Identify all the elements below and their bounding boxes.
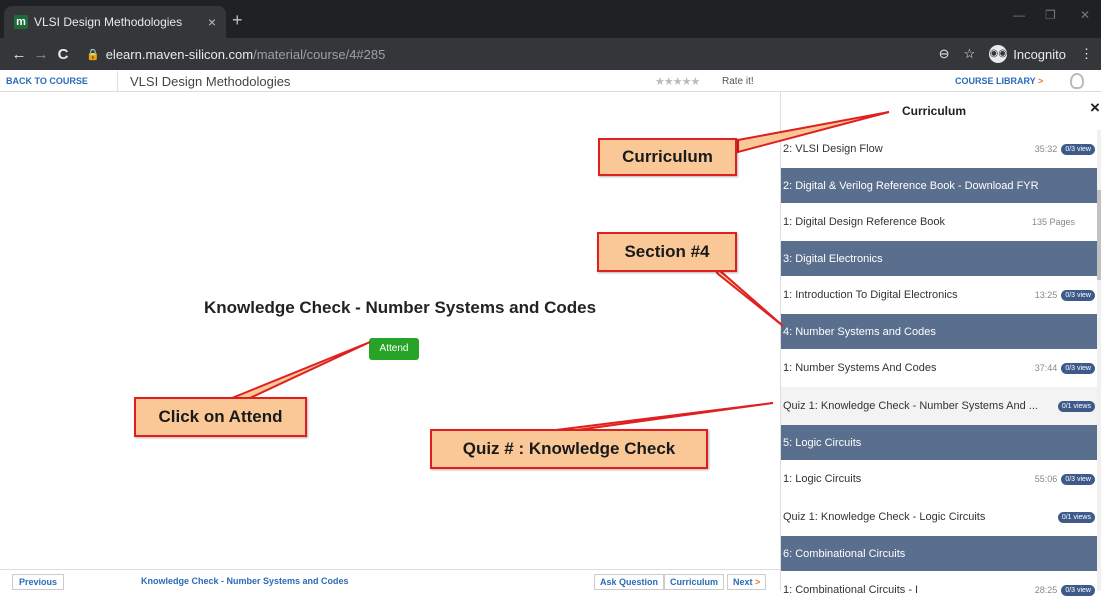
- views-badge: 0/1 views: [1057, 400, 1095, 412]
- close-icon[interactable]: ×: [1090, 98, 1100, 118]
- lesson-title: 1: Digital Design Reference Book: [783, 216, 946, 228]
- incognito-indicator[interactable]: ◉◉ Incognito: [989, 45, 1066, 63]
- course-library-label: COURSE LIBRARY: [955, 76, 1036, 86]
- minimize-icon[interactable]: —: [1013, 8, 1025, 22]
- ask-question-button[interactable]: Ask Question: [594, 574, 665, 590]
- lesson-duration: 55:06: [1034, 474, 1058, 484]
- section-title: 5: Logic Circuits: [783, 436, 862, 449]
- url-path: /material/course/4#285: [253, 46, 386, 62]
- views-badge: 0/3 view: [1061, 289, 1095, 301]
- scrollbar[interactable]: [1097, 130, 1101, 591]
- lesson-item[interactable]: 1: Combinational Circuits - I 28:25 0/3 vi…: [781, 571, 1101, 609]
- forward-icon[interactable]: →: [30, 46, 52, 63]
- scrollbar-thumb[interactable]: [1097, 190, 1101, 280]
- page-count: 135 Pages: [1031, 217, 1075, 227]
- tab-title: VLSI Design Methodologies: [34, 15, 183, 29]
- lesson-title: 1: Introduction To Digital Electronics: [783, 289, 958, 301]
- divider: [117, 71, 118, 92]
- lock-icon: 🔒: [86, 48, 100, 61]
- section-title: 4: Number Systems and Codes: [783, 325, 936, 338]
- curriculum-panel: Curriculum × 2: VLSI Design Flow 35:32 0/3…: [780, 92, 1101, 596]
- course-subbar: BACK TO COURSE VLSI Design Methodologies…: [0, 71, 1101, 92]
- section-header[interactable]: 6: Combinational Circuits: [781, 536, 1101, 571]
- incognito-label: Incognito: [1013, 46, 1066, 62]
- section-title: 3: Digital Electronics: [783, 252, 883, 265]
- views-badge: 0/1 views: [1057, 511, 1095, 523]
- lesson-item[interactable]: Quiz 1: Knowledge Check - Number Systems…: [781, 387, 1101, 425]
- window-close-icon[interactable]: ✕: [1080, 8, 1090, 22]
- browser-tab[interactable]: m VLSI Design Methodologies ×: [4, 6, 226, 38]
- next-label: Next: [733, 577, 753, 587]
- lesson-duration: 28:25: [1034, 585, 1058, 595]
- chevron-right-icon: >: [1038, 76, 1044, 86]
- zoom-icon[interactable]: ⊖: [939, 46, 950, 62]
- previous-button[interactable]: Previous: [12, 574, 65, 590]
- lesson-footer: Previous Knowledge Check - Number System…: [0, 569, 780, 591]
- lesson-item[interactable]: 1: Digital Design Reference Book 135 Page…: [781, 203, 1101, 241]
- lesson-item[interactable]: 1: Logic Circuits 55:06 0/3 view: [781, 460, 1101, 498]
- section-title: 6: Combinational Circuits: [783, 547, 906, 560]
- views-badge: 0/3 view: [1061, 143, 1095, 155]
- course-title: VLSI Design Methodologies: [130, 74, 291, 89]
- footer-lesson-title: Knowledge Check - Number Systems and Cod…: [141, 576, 349, 586]
- next-button[interactable]: Next >: [727, 574, 767, 590]
- address-bar[interactable]: 🔒 elearn.maven-silicon.com /material/cou…: [86, 47, 939, 62]
- course-library-link[interactable]: COURSE LIBRARY >: [955, 76, 1043, 86]
- lesson-duration: 37:44: [1034, 363, 1058, 373]
- bookmark-star-icon[interactable]: ☆: [964, 46, 976, 62]
- lesson-title: Quiz 1: Knowledge Check - Logic Circuits: [783, 511, 986, 523]
- rate-it-link[interactable]: Rate it!: [722, 76, 754, 87]
- lesson-title: Quiz 1: Knowledge Check - Number Systems…: [783, 400, 1038, 412]
- section-title: 2: Digital & Verilog Reference Book - Do…: [783, 179, 1039, 192]
- lesson-item[interactable]: Quiz 1: Knowledge Check - Logic Circuits…: [781, 498, 1101, 536]
- new-tab-icon[interactable]: +: [232, 10, 243, 31]
- lesson-item[interactable]: 1: Number Systems And Codes 37:44 0/3 view: [781, 349, 1101, 387]
- curriculum-button[interactable]: Curriculum: [664, 574, 725, 590]
- chevron-right-icon: >: [755, 577, 761, 587]
- attend-callout: Click on Attend: [134, 397, 307, 437]
- lesson-title: 1: Number Systems And Codes: [783, 362, 937, 374]
- quiz-heading: Knowledge Check - Number Systems and Cod…: [204, 298, 597, 317]
- incognito-icon: ◉◉: [989, 45, 1008, 63]
- lesson-title: 1: Combinational Circuits - I: [783, 584, 919, 596]
- curriculum-list: 2: VLSI Design Flow 35:32 0/3 view 2: Digit…: [781, 130, 1101, 609]
- section-callout: Section #4: [597, 232, 737, 272]
- rating-stars-icon[interactable]: ★★★★★: [655, 75, 700, 88]
- user-avatar-icon[interactable]: [1070, 73, 1084, 89]
- section-header[interactable]: 4: Number Systems and Codes: [781, 314, 1101, 349]
- views-badge: 0/3 view: [1061, 362, 1095, 374]
- curriculum-title: Curriculum: [902, 104, 967, 118]
- reload-icon[interactable]: C: [52, 46, 74, 63]
- attend-button[interactable]: Attend: [369, 338, 419, 360]
- lesson-title: 2: VLSI Design Flow: [783, 143, 883, 155]
- lesson-item[interactable]: 1: Introduction To Digital Electronics 13…: [781, 276, 1101, 314]
- views-badge: 0/3 view: [1061, 584, 1095, 596]
- section-header[interactable]: 2: Digital & Verilog Reference Book - Do…: [781, 168, 1101, 203]
- lesson-duration: 13:25: [1034, 290, 1058, 300]
- section-header[interactable]: 5: Logic Circuits: [781, 425, 1101, 460]
- lesson-title: 1: Logic Circuits: [783, 473, 862, 485]
- url-host: elearn.maven-silicon.com: [105, 46, 254, 62]
- tab-close-icon[interactable]: ×: [208, 14, 216, 30]
- section-header[interactable]: 3: Digital Electronics: [781, 241, 1101, 276]
- back-icon[interactable]: ←: [8, 46, 30, 63]
- lesson-item[interactable]: 2: VLSI Design Flow 35:32 0/3 view: [781, 130, 1101, 168]
- curriculum-header: Curriculum ×: [781, 92, 1101, 130]
- views-badge: 0/3 view: [1061, 473, 1095, 485]
- curriculum-callout: Curriculum: [598, 138, 737, 176]
- quiz-callout: Quiz # : Knowledge Check: [430, 429, 708, 469]
- restore-icon[interactable]: ❐: [1045, 8, 1056, 22]
- browser-toolbar: ← → C 🔒 elearn.maven-silicon.com /materi…: [0, 38, 1101, 70]
- browser-menu-icon[interactable]: ⋮: [1080, 46, 1093, 62]
- back-to-course-link[interactable]: BACK TO COURSE: [6, 76, 88, 86]
- site-favicon-icon: m: [14, 15, 28, 29]
- lesson-duration: 35:32: [1034, 144, 1058, 154]
